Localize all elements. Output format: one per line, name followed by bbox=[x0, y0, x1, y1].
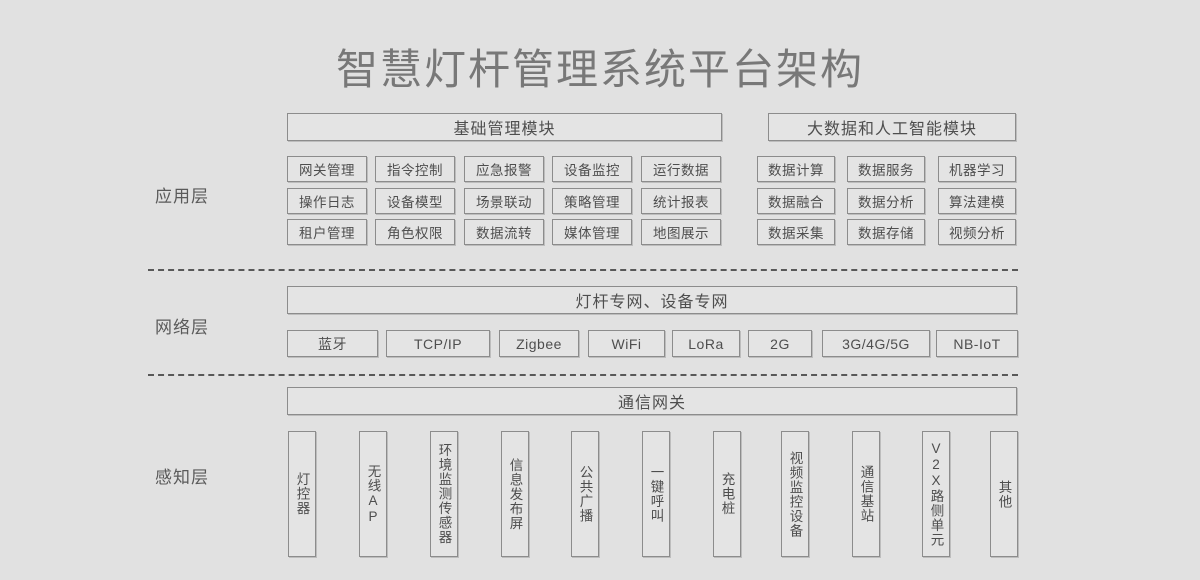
perception-device-box[interactable]: 视频监控设备 bbox=[781, 431, 809, 557]
network-tech-chip[interactable]: 蓝牙 bbox=[287, 330, 378, 357]
perception-device-label: 公共广播 bbox=[577, 465, 593, 523]
perception-device-box[interactable]: V2X路侧单元 bbox=[922, 431, 950, 557]
perception-device-box[interactable]: 环境监测传感器 bbox=[430, 431, 458, 557]
app-chip-basic[interactable]: 应急报警 bbox=[464, 156, 544, 182]
app-chip-bigdata[interactable]: 数据计算 bbox=[757, 156, 835, 182]
app-chip-basic[interactable]: 统计报表 bbox=[641, 188, 721, 214]
app-chip-bigdata[interactable]: 数据融合 bbox=[757, 188, 835, 214]
perception-device-box[interactable]: 信息发布屏 bbox=[501, 431, 529, 557]
app-chip-bigdata[interactable]: 数据分析 bbox=[847, 188, 925, 214]
network-tech-chip[interactable]: LoRa bbox=[672, 330, 740, 357]
layer-label-network: 网络层 bbox=[155, 318, 209, 337]
app-chip-basic[interactable]: 角色权限 bbox=[375, 219, 455, 245]
layer-label-application: 应用层 bbox=[155, 187, 209, 206]
app-chip-basic[interactable]: 设备模型 bbox=[375, 188, 455, 214]
app-chip-bigdata[interactable]: 机器学习 bbox=[938, 156, 1016, 182]
layer-label-perception: 感知层 bbox=[155, 468, 209, 487]
perception-device-label: 一键呼叫 bbox=[648, 465, 664, 523]
network-private-network-header[interactable]: 灯杆专网、设备专网 bbox=[287, 286, 1017, 314]
app-chip-basic[interactable]: 指令控制 bbox=[375, 156, 455, 182]
basic-management-module-header[interactable]: 基础管理模块 bbox=[287, 113, 722, 141]
app-chip-basic[interactable]: 媒体管理 bbox=[552, 219, 632, 245]
network-tech-chip[interactable]: TCP/IP bbox=[386, 330, 490, 357]
perception-device-label: 灯控器 bbox=[294, 472, 310, 516]
perception-device-label: 其他 bbox=[996, 479, 1012, 509]
perception-device-label: 无线AP bbox=[365, 463, 381, 525]
app-chip-basic[interactable]: 网关管理 bbox=[287, 156, 367, 182]
perception-device-box[interactable]: 通信基站 bbox=[852, 431, 880, 557]
perception-device-box[interactable]: 充电桩 bbox=[713, 431, 741, 557]
perception-device-box[interactable]: 一键呼叫 bbox=[642, 431, 670, 557]
network-tech-chip[interactable]: NB-IoT bbox=[936, 330, 1018, 357]
perception-device-box[interactable]: 公共广播 bbox=[571, 431, 599, 557]
app-chip-bigdata[interactable]: 视频分析 bbox=[938, 219, 1016, 245]
app-chip-bigdata[interactable]: 数据存储 bbox=[847, 219, 925, 245]
app-chip-basic[interactable]: 租户管理 bbox=[287, 219, 367, 245]
app-chip-basic[interactable]: 场景联动 bbox=[464, 188, 544, 214]
network-tech-chip[interactable]: 3G/4G/5G bbox=[822, 330, 930, 357]
app-chip-bigdata[interactable]: 算法建模 bbox=[938, 188, 1016, 214]
perception-device-box[interactable]: 其他 bbox=[990, 431, 1018, 557]
perception-device-label: 信息发布屏 bbox=[507, 457, 523, 531]
perception-device-label: 充电桩 bbox=[719, 472, 735, 516]
perception-device-label: 视频监控设备 bbox=[787, 450, 803, 538]
divider-application-network bbox=[148, 269, 1018, 271]
app-chip-bigdata[interactable]: 数据采集 bbox=[757, 219, 835, 245]
perception-device-box[interactable]: 无线AP bbox=[359, 431, 387, 557]
network-tech-chip[interactable]: WiFi bbox=[588, 330, 665, 357]
app-chip-basic[interactable]: 运行数据 bbox=[641, 156, 721, 182]
bigdata-ai-module-header[interactable]: 大数据和人工智能模块 bbox=[768, 113, 1016, 141]
perception-device-label: 通信基站 bbox=[858, 465, 874, 523]
app-chip-bigdata[interactable]: 数据服务 bbox=[847, 156, 925, 182]
page-title: 智慧灯杆管理系统平台架构 bbox=[335, 46, 864, 93]
network-tech-chip[interactable]: Zigbee bbox=[499, 330, 579, 357]
app-chip-basic[interactable]: 策略管理 bbox=[552, 188, 632, 214]
app-chip-basic[interactable]: 地图展示 bbox=[641, 219, 721, 245]
perception-device-box[interactable]: 灯控器 bbox=[288, 431, 316, 557]
perception-device-label: 环境监测传感器 bbox=[436, 443, 452, 545]
perception-device-label: V2X路侧单元 bbox=[928, 441, 944, 547]
app-chip-basic[interactable]: 操作日志 bbox=[287, 188, 367, 214]
diagram-canvas: 智慧灯杆管理系统平台架构 应用层 网络层 感知层 基础管理模块 大数据和人工智能… bbox=[0, 0, 1200, 580]
network-tech-chip[interactable]: 2G bbox=[748, 330, 812, 357]
communication-gateway-header[interactable]: 通信网关 bbox=[287, 387, 1017, 415]
app-chip-basic[interactable]: 数据流转 bbox=[464, 219, 544, 245]
divider-network-perception bbox=[148, 374, 1018, 376]
app-chip-basic[interactable]: 设备监控 bbox=[552, 156, 632, 182]
